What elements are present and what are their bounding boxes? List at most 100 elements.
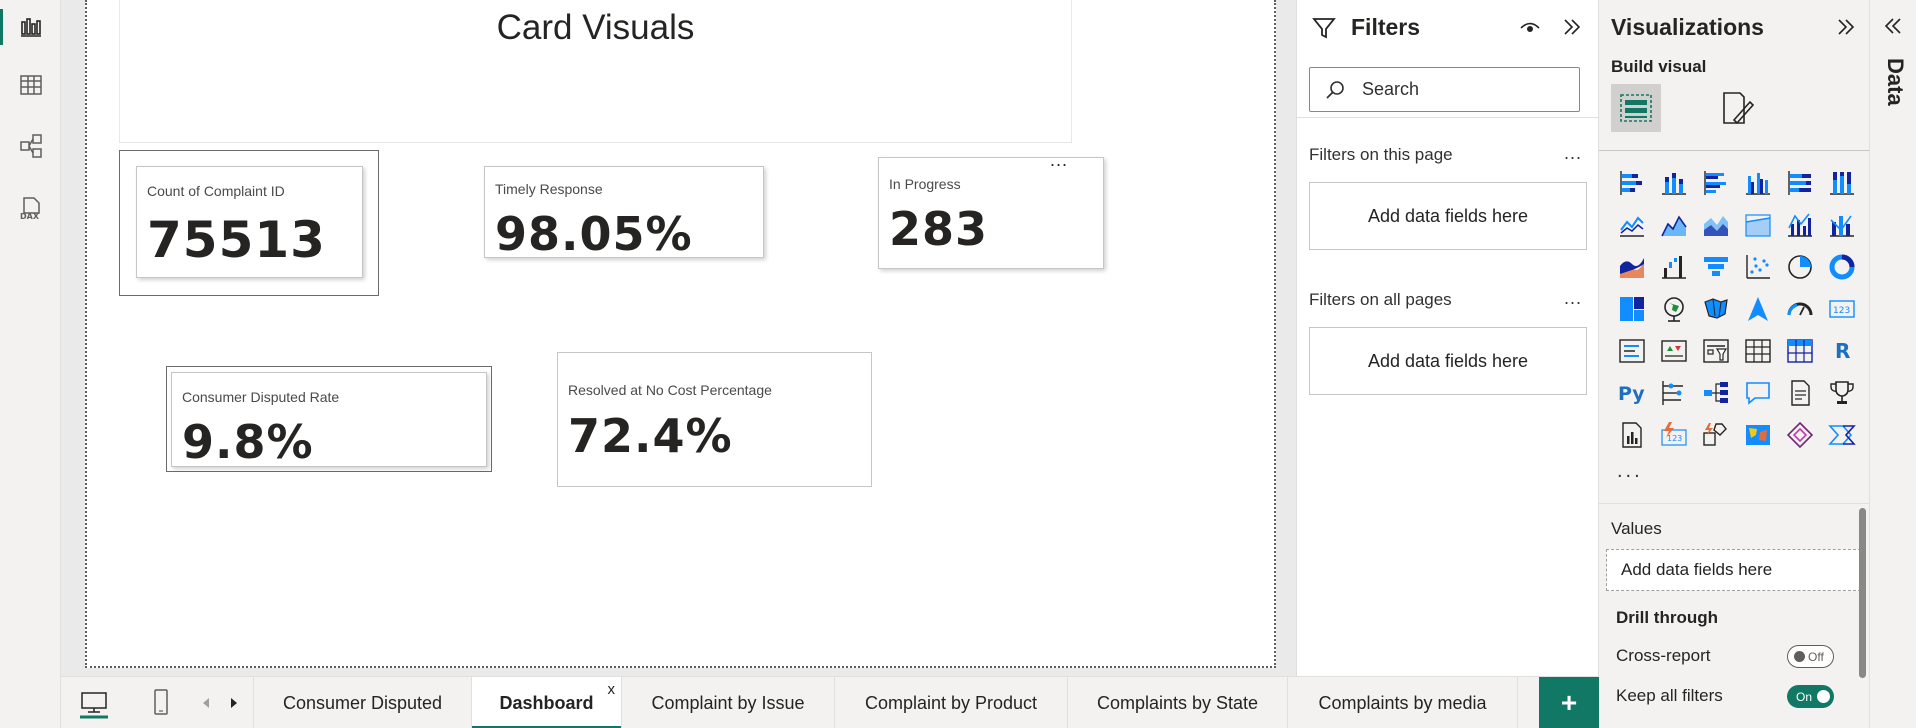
visual-type-gallery: 123 R Py 123 [1611,162,1863,456]
card-resolved-no-cost[interactable]: Resolved at No Cost Percentage 72.4% [557,352,872,487]
model-view-button[interactable] [0,124,61,168]
caret-left-icon [203,698,209,708]
card-count-complaint-id[interactable]: Count of Complaint ID 75513 [136,166,363,278]
map-button[interactable] [1653,288,1695,330]
close-tab-button[interactable]: x [608,681,616,698]
stacked-area-chart-button[interactable] [1695,204,1737,246]
line-chart-button[interactable] [1611,204,1653,246]
funnel-button[interactable] [1695,246,1737,288]
table-view-button[interactable] [0,63,61,107]
filters-all-more-options[interactable]: ... [1564,288,1582,309]
tab-consumer-disputed[interactable]: Consumer Disputed [253,677,472,728]
visual-more-options[interactable]: ... [1050,151,1068,169]
table-button[interactable] [1737,330,1779,372]
build-visual-tab[interactable] [1611,84,1661,132]
data-pane-label[interactable]: Data [1882,58,1908,106]
scatter-chart-button[interactable] [1737,246,1779,288]
matrix-icon [1787,339,1813,363]
visualizations-pane: Visualizations Build visual 123 R Py 123… [1599,0,1869,728]
clustered-bar-chart-button[interactable] [1695,162,1737,204]
card-button[interactable]: 123 [1821,288,1863,330]
key-influencers-icon [1662,381,1683,405]
tab-complaint-by-product[interactable]: Complaint by Product [835,677,1068,728]
filters-page-dropzone[interactable]: Add data fields here [1309,182,1587,250]
card-in-progress[interactable]: ... In Progress 283 [878,151,1104,269]
values-dropzone[interactable]: Add data fields here [1606,549,1861,591]
decomposition-tree-button[interactable] [1695,372,1737,414]
visualizations-scrollbar[interactable] [1859,508,1866,678]
power-automate-visual-button[interactable] [1821,414,1863,456]
stacked-bar-chart-button[interactable] [1611,162,1653,204]
power-apps-button[interactable] [1695,414,1737,456]
donut-chart-button[interactable] [1821,246,1863,288]
filled-map-button[interactable] [1695,288,1737,330]
tab-complaint-by-issue[interactable]: Complaint by Issue [622,677,835,728]
desktop-icon [80,692,108,719]
azure-maps-visual-button[interactable] [1737,414,1779,456]
card-label: Resolved at No Cost Percentage [568,382,772,398]
desktop-layout-button[interactable] [71,677,117,728]
waterfall-chart-button[interactable] [1611,246,1653,288]
filters-all-pages-dropzone[interactable]: Add data fields here [1309,327,1587,395]
smart-narrative-icon [1791,380,1810,406]
card-timely-response[interactable]: Timely Response 98.05% [484,166,764,261]
format-visual-tab[interactable] [1711,84,1761,132]
gauge-icon [1787,302,1813,316]
tab-complaints-by-state[interactable]: Complaints by State [1068,677,1288,728]
dax-query-view-button[interactable]: DAX [0,186,61,230]
eye-icon[interactable] [1519,17,1541,37]
multi-row-card-icon [1619,339,1645,363]
ribbon-area-icon [1620,258,1644,278]
title-textbox[interactable]: Card Visuals [119,0,1072,143]
r-label: R [1835,339,1850,363]
filters-search-input[interactable]: Search [1309,67,1580,112]
tab-complaints-by-media[interactable]: Complaints by media [1288,677,1518,728]
clustered-column-chart-button[interactable] [1737,162,1779,204]
expand-data-icon[interactable] [1882,16,1904,36]
more-visuals-button[interactable]: ... [1617,460,1643,483]
kpi-button[interactable] [1653,330,1695,372]
slicer-button[interactable] [1695,330,1737,372]
card-value: 9.8% [182,415,314,469]
key-influencers-button[interactable] [1653,372,1695,414]
report-view-button[interactable] [0,5,61,49]
ribbon-chart-button[interactable] [1821,204,1863,246]
100-stacked-column-chart-button[interactable] [1821,162,1863,204]
cross-report-toggle[interactable]: Off [1787,645,1834,668]
treemap-button[interactable] [1611,288,1653,330]
power-apps-visual-button[interactable] [1779,414,1821,456]
line-stacked-column-button[interactable] [1737,204,1779,246]
area-chart-button[interactable] [1653,204,1695,246]
toggle-state: Off [1808,649,1824,664]
waterfall-button[interactable] [1653,246,1695,288]
gauge-button[interactable] [1779,288,1821,330]
collapse-visualizations-icon[interactable] [1835,17,1857,37]
metrics-button[interactable] [1821,372,1863,414]
search-icon [1326,80,1344,99]
stacked-column-chart-button[interactable] [1653,162,1695,204]
qa-button[interactable] [1737,372,1779,414]
python-visual-button[interactable]: Py [1611,372,1653,414]
collapse-filters-icon[interactable] [1561,17,1583,37]
100-stacked-bar-chart-button[interactable] [1779,162,1821,204]
add-page-button[interactable]: + [1539,677,1599,728]
multi-row-card-button[interactable] [1611,330,1653,372]
matrix-button[interactable] [1779,330,1821,372]
waterfall-chart-icon [1662,256,1686,279]
card-consumer-disputed-rate[interactable]: Consumer Disputed Rate 9.8% [171,372,487,469]
smart-narrative-button[interactable] [1779,372,1821,414]
r-script-visual-button[interactable]: R [1821,330,1863,372]
pie-chart-button[interactable] [1779,246,1821,288]
line-clustered-column-button[interactable] [1779,204,1821,246]
paginated-report-button[interactable] [1611,414,1653,456]
keep-all-filters-toggle[interactable]: On [1787,685,1834,708]
tab-dashboard[interactable]: Dashboard x [472,677,622,728]
drill-through-title: Drill through [1616,608,1718,627]
scroll-tabs-right-button[interactable] [225,677,243,728]
scroll-tabs-left-button[interactable] [197,677,215,728]
mobile-layout-button[interactable] [143,677,179,728]
report-page[interactable]: Card Visuals Count of Complaint ID 75513… [85,0,1276,668]
azure-map-button[interactable] [1737,288,1779,330]
filters-page-more-options[interactable]: ... [1564,143,1582,164]
power-automate-button[interactable]: 123 [1653,414,1695,456]
